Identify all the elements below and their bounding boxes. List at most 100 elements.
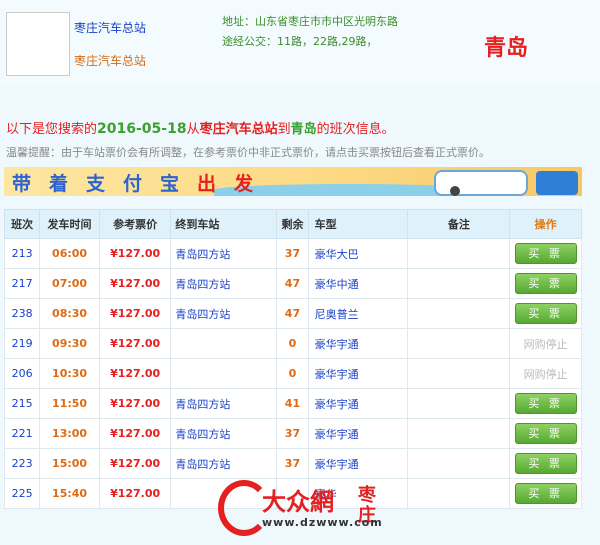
row-price: ¥127.00 (98, 238, 172, 269)
row-id: 206 (3, 358, 41, 389)
row-id: 221 (3, 418, 41, 449)
station-header: 枣庄汽车总站 枣庄汽车总站 地址：山东省枣庄市市中区光明东路 途经公交：11路，… (0, 0, 600, 85)
row-id: 213 (3, 238, 41, 269)
buy-ticket-button[interactable]: 买 票 (514, 303, 577, 324)
row-time: 07:00 (39, 268, 100, 299)
row-note (407, 358, 511, 389)
row-time: 08:30 (39, 298, 100, 329)
row-remaining: 37 (276, 238, 309, 269)
buy-ticket-button[interactable]: 买 票 (514, 423, 577, 444)
row-note (407, 448, 511, 479)
row-type: 豪华中通 (307, 268, 409, 299)
buy-ticket-button[interactable]: 买 票 (514, 483, 577, 504)
table-row: 215 11:50 ¥127.00 青岛四方站 41 豪华宇通 买 票 (3, 388, 582, 419)
watermark-title: 大众網 (262, 487, 334, 516)
row-time: 15:00 (39, 448, 100, 479)
row-note (407, 268, 511, 299)
row-id: 219 (3, 328, 41, 359)
row-price: ¥127.00 (98, 268, 172, 299)
schedule-table: 班次 发车时间 参考票价 终到车站 剩余 车型 备注 操作 213 06:00 ¥1… (3, 209, 582, 509)
row-type: 尼奥普兰 (307, 298, 409, 329)
row-note (407, 388, 511, 419)
row-type: 豪华宇通 (307, 328, 409, 359)
row-type: 豪华宇通 (307, 418, 409, 449)
row-id: 238 (3, 298, 41, 329)
row-remaining: 0 (276, 358, 309, 389)
row-terminal[interactable]: 青岛四方站 (170, 388, 278, 419)
table-row: 213 06:00 ¥127.00 青岛四方站 37 豪华大巴 买 票 (3, 238, 582, 269)
search-summary: 以下是您搜索的2016-05-18从枣庄汽车总站到青岛的班次信息。 (6, 118, 395, 137)
row-type: 豪华宇通 (307, 358, 409, 389)
col-header-time: 发车时间 (39, 209, 100, 239)
row-id: 223 (3, 448, 41, 479)
row-op: 买 票 (509, 448, 582, 479)
watermark-url: www.dzwww.com (262, 516, 383, 529)
search-suffix: 的班次信息。 (316, 122, 395, 137)
row-price: ¥127.00 (98, 388, 172, 419)
col-header-remaining: 剩余 (276, 209, 309, 239)
buy-ticket-button[interactable]: 买 票 (514, 243, 577, 264)
row-note (407, 478, 511, 509)
table-row: 221 13:00 ¥127.00 青岛四方站 37 豪华宇通 买 票 (3, 418, 582, 449)
row-time: 15:40 (39, 478, 100, 509)
row-id: 225 (3, 478, 41, 509)
row-remaining: 47 (276, 298, 309, 329)
row-time: 11:50 (39, 388, 100, 419)
row-terminal (170, 358, 278, 389)
row-id: 215 (3, 388, 41, 419)
bus-routes: 途经公交：11路，22路,29路， (222, 35, 378, 48)
row-type: 豪华宇通 (307, 448, 409, 479)
row-terminal (170, 328, 278, 359)
row-op: 买 票 (509, 298, 582, 329)
table-row: 206 10:30 ¥127.00 0 豪华宇通 网购停止 (3, 358, 582, 389)
table-row: 223 15:00 ¥127.00 青岛四方站 37 豪华宇通 买 票 (3, 448, 582, 479)
station-name-link[interactable]: 枣庄汽车总站 (74, 19, 146, 36)
station-sub-link[interactable]: 枣庄汽车总站 (74, 52, 146, 69)
station-logo (6, 12, 70, 76)
row-note (407, 328, 511, 359)
row-remaining: 47 (276, 268, 309, 299)
search-date: 2016-05-18 (97, 121, 187, 137)
buy-ticket-button[interactable]: 买 票 (514, 453, 577, 474)
search-from-word: 从 (186, 122, 200, 137)
table-row: 219 09:30 ¥127.00 0 豪华宇通 网购停止 (3, 328, 582, 359)
search-from: 枣庄汽车总站 (199, 122, 278, 137)
row-terminal[interactable]: 青岛四方站 (170, 448, 278, 479)
table-row: 238 08:30 ¥127.00 青岛四方站 47 尼奥普兰 买 票 (3, 298, 582, 329)
search-prefix: 以下是您搜索的 (6, 122, 98, 137)
col-header-type: 车型 (307, 209, 409, 239)
row-terminal[interactable]: 青岛四方站 (170, 268, 278, 299)
row-time: 13:00 (39, 418, 100, 449)
table-row: 217 07:00 ¥127.00 青岛四方站 47 豪华中通 买 票 (3, 268, 582, 299)
row-note (407, 298, 511, 329)
bus-icon (434, 170, 528, 196)
row-price: ¥127.00 (98, 358, 172, 389)
row-op: 买 票 (509, 388, 582, 419)
station-address: 地址：山东省枣庄市市中区光明东路 (222, 15, 398, 28)
row-price: ¥127.00 (98, 298, 172, 329)
row-op: 网购停止 (509, 328, 582, 359)
buy-ticket-button[interactable]: 买 票 (514, 273, 577, 294)
row-time: 06:00 (39, 238, 100, 269)
dzwww-watermark: 大众網 枣庄 www.dzwww.com (210, 478, 400, 536)
row-note (407, 418, 511, 449)
col-header-price: 参考票价 (98, 209, 172, 239)
alipay-banner[interactable]: 带着支付宝出发 (4, 167, 582, 196)
banner-text: 带着支付宝出发 (12, 173, 272, 195)
row-op: 买 票 (509, 478, 582, 509)
row-note (407, 238, 511, 269)
row-remaining: 41 (276, 388, 309, 419)
col-header-note: 备注 (407, 209, 511, 239)
luggage-icon (536, 171, 578, 195)
row-op: 买 票 (509, 418, 582, 449)
row-price: ¥127.00 (98, 448, 172, 479)
row-terminal[interactable]: 青岛四方站 (170, 238, 278, 269)
col-header-op: 操作 (509, 209, 582, 239)
destination-title: 青岛 (484, 36, 529, 61)
row-terminal[interactable]: 青岛四方站 (170, 418, 278, 449)
row-terminal[interactable]: 青岛四方站 (170, 298, 278, 329)
row-op: 买 票 (509, 238, 582, 269)
row-id: 217 (3, 268, 41, 299)
row-time: 09:30 (39, 328, 100, 359)
buy-ticket-button[interactable]: 买 票 (514, 393, 577, 414)
